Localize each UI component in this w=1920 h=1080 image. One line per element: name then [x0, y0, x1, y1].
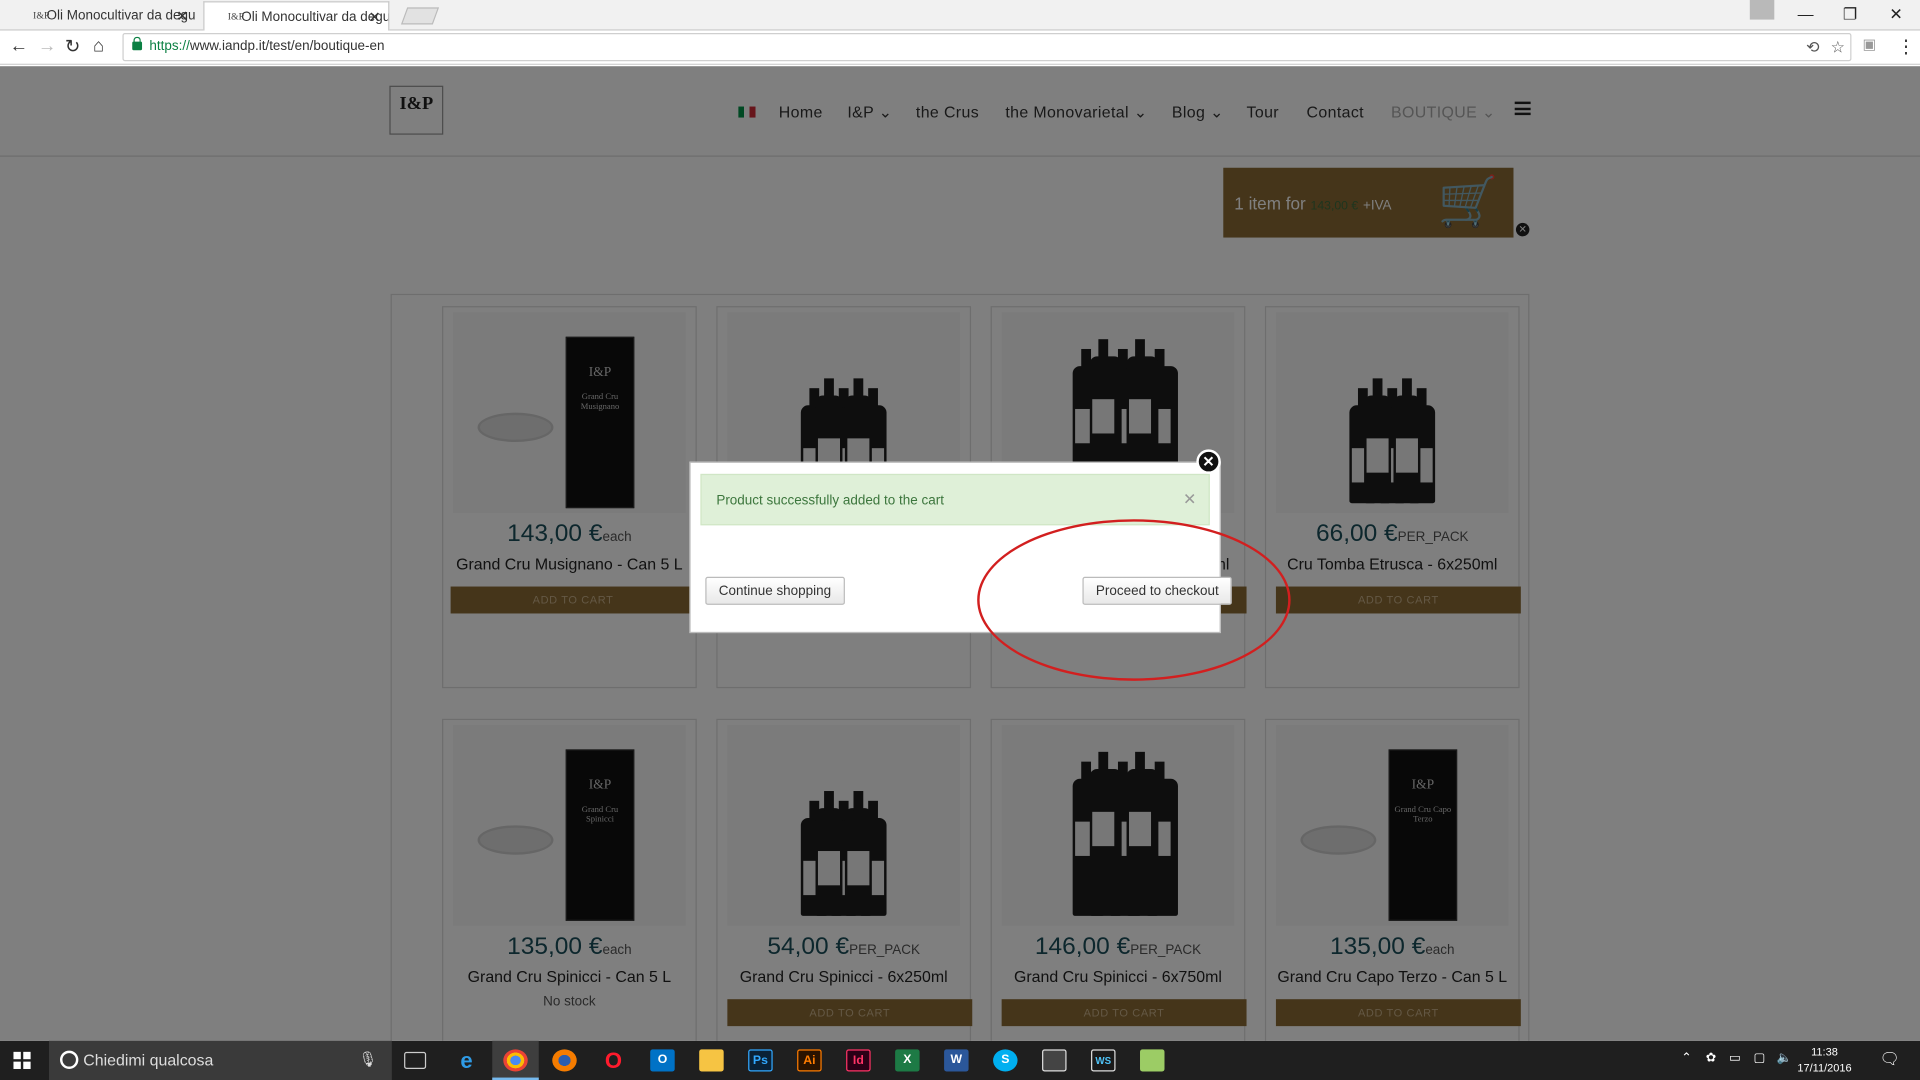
modal-close-icon[interactable]: ✕: [1196, 449, 1221, 474]
close-tab-icon[interactable]: ✕: [368, 9, 380, 26]
clock-date: 17/11/2016: [1797, 1061, 1852, 1074]
word-icon[interactable]: W: [944, 1049, 969, 1072]
microphone-icon[interactable]: 🎙: [358, 1051, 377, 1068]
close-window-icon[interactable]: ✕: [1889, 5, 1902, 25]
webstorm-icon[interactable]: WS: [1091, 1049, 1116, 1072]
screen: I&P Oli Monocultivar da degu ✕ I&P Oli M…: [0, 0, 1920, 1080]
star-bookmark-icon[interactable]: ☆: [1831, 38, 1845, 58]
back-icon[interactable]: ←: [10, 36, 28, 57]
indesign-icon[interactable]: Id: [846, 1049, 871, 1072]
success-alert: Product successfully added to the cart ✕: [700, 473, 1210, 526]
excel-icon[interactable]: X: [895, 1049, 920, 1072]
web-page: I&P Home I&P ⌄ the Crus the Monovarietal…: [0, 66, 1920, 1041]
continue-shopping-button[interactable]: Continue shopping: [705, 576, 845, 605]
alert-message: Product successfully added to the cart: [716, 493, 944, 509]
forward-icon[interactable]: →: [38, 36, 56, 57]
minimize-icon[interactable]: —: [1798, 5, 1814, 23]
clock-time: 11:38: [1811, 1045, 1838, 1058]
translate-icon[interactable]: ⟲: [1806, 38, 1819, 58]
url-text[interactable]: https://www.iandp.it/test/en/boutique-en: [149, 39, 384, 54]
url-host-path: www.iandp.it/test/en/boutique-en: [189, 39, 385, 54]
home-icon[interactable]: ⌂: [93, 36, 104, 57]
browser-tab-active[interactable]: I&P Oli Monocultivar da degu ✕: [203, 1, 390, 31]
extension-icon[interactable]: ▣: [1862, 36, 1876, 53]
action-center-icon[interactable]: 🗨: [1880, 1049, 1900, 1069]
photoshop-icon[interactable]: Ps: [748, 1049, 773, 1072]
internet-explorer-icon[interactable]: e: [454, 1049, 478, 1071]
tab-favicon: I&P: [33, 9, 50, 21]
tab-title: Oli Monocultivar da degu: [241, 9, 390, 25]
tab-title: Oli Monocultivar da degu: [46, 8, 196, 24]
file-explorer-icon[interactable]: [699, 1049, 724, 1072]
browser-tab[interactable]: I&P Oli Monocultivar da degu ✕: [10, 1, 196, 30]
search-placeholder: Chiedimi qualcosa: [83, 1050, 214, 1069]
illustrator-icon[interactable]: Ai: [797, 1049, 822, 1072]
task-view-icon[interactable]: [404, 1051, 427, 1069]
tray-chevron-icon[interactable]: ⌃: [1681, 1052, 1691, 1065]
address-bar[interactable]: https://www.iandp.it/test/en/boutique-en…: [122, 33, 1852, 62]
reload-icon[interactable]: ↻: [65, 36, 80, 58]
alert-close-icon[interactable]: ✕: [1183, 490, 1196, 510]
firefox-icon[interactable]: [552, 1049, 577, 1072]
close-tab-icon[interactable]: ✕: [176, 7, 188, 24]
menu-dots-icon[interactable]: ⋮: [1897, 36, 1915, 58]
tab-favicon: I&P: [227, 11, 245, 23]
photos-icon[interactable]: [1042, 1049, 1067, 1072]
tray-app-icon[interactable]: ✿: [1706, 1052, 1716, 1065]
restore-icon[interactable]: ❐: [1843, 5, 1857, 25]
profile-icon[interactable]: [1749, 0, 1775, 20]
notepad-icon[interactable]: [1140, 1049, 1165, 1072]
browser-tab-strip: I&P Oli Monocultivar da degu ✕ I&P Oli M…: [0, 0, 1920, 31]
outlook-icon[interactable]: O: [650, 1049, 675, 1072]
opera-icon[interactable]: O: [601, 1049, 625, 1071]
windows-taskbar: Chiedimi qualcosa 🎙 e O O Ps Ai Id X W S…: [0, 1040, 1920, 1080]
cortana-icon: [60, 1050, 79, 1069]
battery-icon[interactable]: ▭: [1729, 1052, 1741, 1065]
new-tab-button[interactable]: [400, 7, 440, 25]
lock-icon: [132, 36, 143, 51]
system-clock[interactable]: 11:38 17/11/2016: [1790, 1044, 1859, 1076]
red-annotation-circle: [977, 519, 1291, 681]
windows-start-icon[interactable]: [13, 1051, 31, 1069]
chrome-icon[interactable]: [503, 1049, 528, 1072]
network-icon[interactable]: ▢: [1753, 1052, 1765, 1065]
url-scheme: https://: [149, 39, 190, 54]
skype-icon[interactable]: S: [993, 1049, 1018, 1072]
cortana-search-box[interactable]: Chiedimi qualcosa 🎙: [48, 1040, 392, 1080]
browser-toolbar: ← → ↻ ⌂ https://www.iandp.it/test/en/bou…: [0, 30, 1920, 65]
